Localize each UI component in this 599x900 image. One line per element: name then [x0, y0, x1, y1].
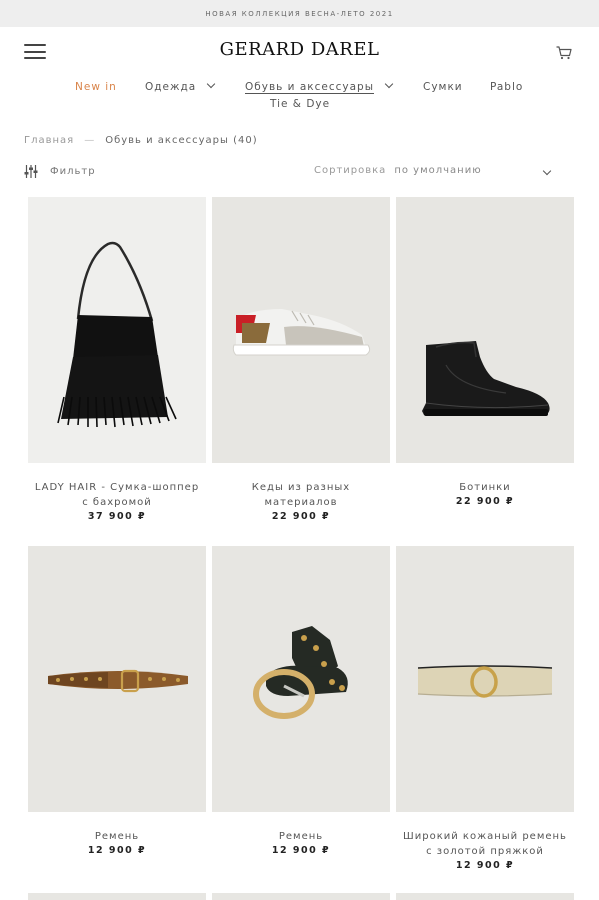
sort-value: по умолчанию — [394, 165, 482, 176]
product-image-partial[interactable] — [396, 893, 574, 900]
cart-icon[interactable] — [556, 45, 572, 60]
product-image-partial[interactable] — [28, 893, 206, 900]
product-image-brown-studded-belt[interactable] — [28, 546, 206, 812]
product-card[interactable]: Кеды из разных материалов 22 900 ₽ — [212, 197, 390, 522]
product-price: 12 900 ₽ — [87, 845, 147, 856]
product-card[interactable]: Ремень 12 900 ₽ — [28, 546, 206, 856]
nav-item-new-in[interactable]: New in — [75, 81, 117, 93]
promo-text: НОВАЯ КОЛЛЕКЦИЯ ВЕСНА-ЛЕТО 2021 — [205, 9, 394, 18]
product-name[interactable]: LADY HAIR - Сумка-шоппер с бахромой — [28, 480, 206, 510]
product-price: 12 900 ₽ — [455, 860, 515, 871]
product-card[interactable]: Ботинки 22 900 ₽ — [396, 197, 574, 507]
product-card[interactable]: LADY HAIR - Сумка-шоппер с бахромой 37 9… — [28, 197, 206, 522]
nav-item-label: Tie & Dye — [270, 98, 331, 110]
breadcrumb-home[interactable]: Главная — [24, 135, 74, 146]
nav-item-bags[interactable]: Сумки — [423, 81, 463, 93]
main-nav: New in Одежда Обувь и аксессуары Сумки P… — [0, 78, 599, 114]
listing-toolbar: Фильтр Сортировка по умолчанию — [0, 165, 599, 185]
nav-item-label: New in — [75, 81, 117, 93]
product-name[interactable]: Ремень — [28, 829, 206, 844]
chevron-down-icon[interactable] — [206, 79, 216, 89]
nav-item-label: Сумки — [423, 81, 463, 93]
product-image-partial[interactable] — [212, 893, 390, 900]
product-image-sneaker[interactable] — [212, 197, 390, 463]
filter-label: Фильтр — [50, 166, 96, 177]
nav-item-shoes-accessories[interactable]: Обувь и аксессуары — [245, 79, 394, 93]
product-name[interactable]: Широкий кожаный ремень с золотой пряжкой — [396, 829, 574, 859]
product-image-gold-belt[interactable] — [396, 546, 574, 812]
product-price: 37 900 ₽ — [87, 511, 147, 522]
chevron-down-icon[interactable] — [384, 79, 394, 89]
promo-banner[interactable]: НОВАЯ КОЛЛЕКЦИЯ ВЕСНА-ЛЕТО 2021 — [0, 0, 599, 27]
sort-label: Сортировка — [314, 165, 387, 176]
product-image-ankle-boot[interactable] — [396, 197, 574, 463]
sort-select[interactable]: Сортировка по умолчанию — [314, 165, 482, 176]
product-name[interactable]: Кеды из разных материалов — [212, 480, 390, 510]
chevron-down-icon[interactable] — [542, 166, 552, 176]
product-card[interactable]: Широкий кожаный ремень с золотой пряжкой… — [396, 546, 574, 871]
product-card[interactable]: Ремень 12 900 ₽ — [212, 546, 390, 856]
nav-item-label: Обувь и аксессуары — [245, 81, 374, 93]
site-header: GERARD DAREL — [0, 27, 599, 75]
product-price: 22 900 ₽ — [455, 496, 515, 507]
product-name[interactable]: Ремень — [212, 829, 390, 844]
nav-item-label: Pablo — [490, 81, 524, 93]
filter-icon — [24, 165, 38, 178]
breadcrumb: Главная — Обувь и аксессуары (40) — [24, 135, 258, 146]
product-image-fringe-bag[interactable] — [28, 197, 206, 463]
product-price: 12 900 ₽ — [271, 845, 331, 856]
product-image-black-studded-belt[interactable] — [212, 546, 390, 812]
product-name[interactable]: Ботинки — [396, 480, 574, 495]
brand-logo[interactable]: GERARD DAREL — [0, 39, 599, 60]
breadcrumb-separator: — — [84, 135, 96, 146]
filter-button[interactable]: Фильтр — [24, 165, 96, 178]
nav-item-pablo[interactable]: Pablo — [490, 81, 523, 93]
product-price: 22 900 ₽ — [271, 511, 331, 522]
nav-item-label: Одежда — [145, 81, 197, 93]
nav-item-clothing[interactable]: Одежда — [145, 79, 216, 93]
breadcrumb-current: Обувь и аксессуары (40) — [105, 135, 258, 146]
nav-item-tie-dye[interactable]: Tie & Dye — [270, 98, 330, 110]
